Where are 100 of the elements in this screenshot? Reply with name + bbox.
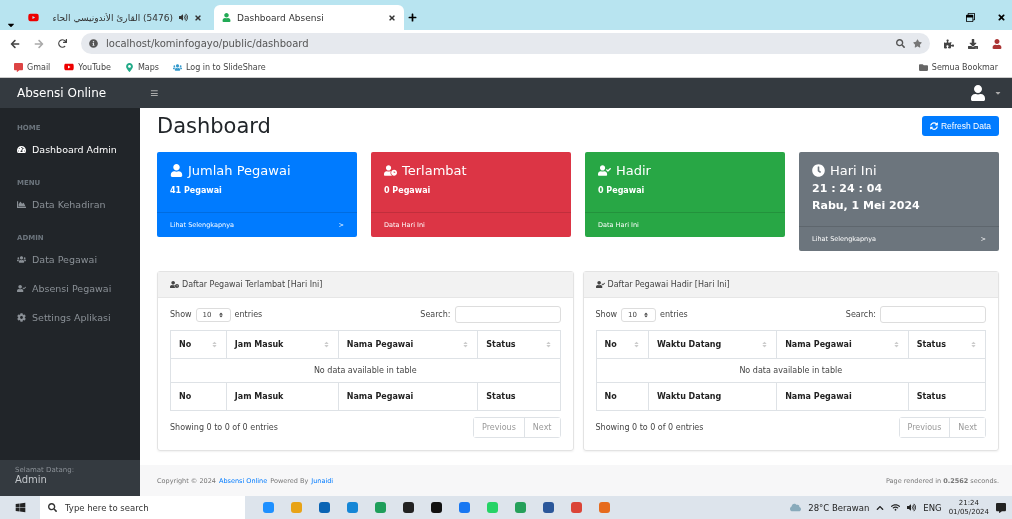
panel-title: Daftar Pegawai Terlambat [Hari Ini] (182, 280, 323, 289)
card-title: Hadir (598, 163, 772, 178)
info-icon (89, 39, 98, 48)
browser-tab[interactable]: (5476) القارئ الأندونيسي الحاء (20, 5, 210, 30)
start-icon[interactable] (14, 502, 26, 513)
clock-icon (812, 164, 825, 177)
show-label: Show (595, 310, 618, 319)
search-label: Search: (845, 310, 876, 319)
card-title: Hari Ini (812, 163, 986, 178)
panel-title: Daftar Pegawai Hadir [Hari Ini] (607, 280, 730, 289)
page-title: Dashboard (157, 114, 271, 138)
notification-icon[interactable] (996, 502, 1006, 513)
bookmark-link[interactable]: Gmail (14, 62, 51, 72)
card-value: 0 Pegawai (598, 186, 646, 195)
column-header[interactable]: Status (908, 330, 986, 359)
entries-label: entries (234, 310, 263, 319)
sort-icon (544, 341, 552, 348)
sidebar-item[interactable]: Data Kehadiran (0, 199, 140, 228)
column-header[interactable]: Waktu Datang (648, 330, 777, 359)
user-name: Admin (15, 474, 48, 485)
table-info: Showing 0 to 0 of 0 entries (170, 423, 278, 432)
column-footer: Waktu Datang (648, 382, 777, 411)
new-tab-icon[interactable] (408, 13, 417, 22)
profile-icon[interactable] (992, 38, 1002, 49)
close-icon[interactable] (997, 13, 1006, 22)
menu-button[interactable]: ≡ (150, 85, 159, 101)
close-icon[interactable] (388, 13, 396, 22)
caret-icon[interactable] (994, 89, 1002, 97)
column-footer: No (596, 382, 649, 411)
address-bar[interactable]: localhost/kominfogayo/public/dashboard (81, 33, 930, 54)
pin-icon (124, 62, 134, 72)
sort-icon (892, 341, 900, 348)
empty-message: No data available in table (596, 358, 986, 383)
settings-icon (17, 313, 26, 322)
sidebar-item[interactable]: Settings Aplikasi (0, 312, 140, 341)
user-clock-icon (384, 164, 397, 177)
card-title: Jumlah Pegawai (170, 163, 344, 178)
bookmark-link[interactable]: YouTube (64, 62, 111, 72)
sort-icon (633, 341, 641, 348)
column-footer: Jam Masuk (226, 382, 339, 411)
sort-icon (462, 341, 470, 348)
sort-icon (761, 341, 769, 348)
show-label: Show (170, 310, 192, 319)
play-icon (64, 62, 75, 72)
column-header[interactable]: Jam Masuk (226, 330, 339, 359)
sort-icon (643, 311, 649, 318)
column-header[interactable]: Nama Pegawai (338, 330, 478, 359)
app-icon[interactable] (403, 502, 414, 513)
language-label: ENG (923, 502, 942, 513)
back-icon[interactable] (10, 38, 20, 49)
reload-icon[interactable] (58, 39, 67, 48)
sort-icon (322, 341, 330, 348)
sidebar-item[interactable]: Data Pegawai (0, 254, 140, 283)
card-value: 21 : 24 : 04 (812, 182, 884, 195)
taskbar-search[interactable]: Type here to search (40, 496, 245, 519)
column-footer: Status (477, 382, 560, 411)
network-icon (891, 503, 901, 512)
app-icon[interactable] (431, 502, 442, 513)
refresh-icon (929, 122, 938, 130)
card-title: Terlambat (384, 163, 558, 178)
restore-icon[interactable] (966, 13, 975, 22)
star-icon[interactable] (913, 39, 922, 48)
avatar-icon[interactable] (970, 85, 986, 101)
card-value: 41 Pegawai (170, 186, 223, 195)
user-check-icon (595, 280, 605, 289)
bookmark-link[interactable]: Log in to SlideShare (172, 62, 266, 72)
app-brand: Absensi Online (0, 78, 140, 108)
search-field[interactable] (880, 306, 986, 323)
column-header[interactable]: Status (477, 330, 560, 359)
user-check-icon (17, 284, 26, 293)
search-label: Search: (420, 310, 451, 319)
sidebar-item[interactable]: Absensi Pegawai (0, 283, 140, 312)
column-header[interactable]: No (170, 330, 227, 359)
download-icon[interactable] (968, 38, 978, 49)
column-header[interactable]: Nama Pegawai (776, 330, 909, 359)
column-header[interactable]: No (596, 330, 649, 359)
zoom-icon (896, 39, 905, 48)
browser-tab[interactable]: Dashboard Absensi (214, 5, 404, 30)
play-icon (28, 12, 39, 23)
column-footer: Status (908, 382, 986, 411)
user-clock-icon (170, 280, 179, 289)
search-icon (48, 503, 57, 512)
close-icon[interactable] (194, 13, 202, 22)
card-value: Rabu, 1 Mei 2024 (812, 199, 921, 212)
weather-text: 28°C Berawan (808, 502, 870, 513)
cloud-icon (790, 502, 802, 513)
table-info: Showing 0 to 0 of 0 entries (595, 423, 704, 432)
folder-icon (918, 62, 928, 72)
gauge-icon (17, 145, 26, 154)
column-footer: Nama Pegawai (776, 382, 909, 411)
bookmark-link[interactable]: Maps (124, 62, 159, 72)
refresh-button[interactable]: Refresh Data (921, 116, 999, 136)
search-field[interactable] (454, 306, 561, 323)
bookmark-folder[interactable]: Semua Bookmar (918, 62, 998, 72)
chevron-icon[interactable] (876, 503, 885, 512)
speaker-icon (907, 503, 917, 512)
extension-icon[interactable] (944, 38, 954, 49)
sidebar-item[interactable]: Dashboard Admin (0, 144, 140, 173)
entries-label: entries (660, 310, 688, 319)
column-footer: Nama Pegawai (338, 382, 478, 411)
